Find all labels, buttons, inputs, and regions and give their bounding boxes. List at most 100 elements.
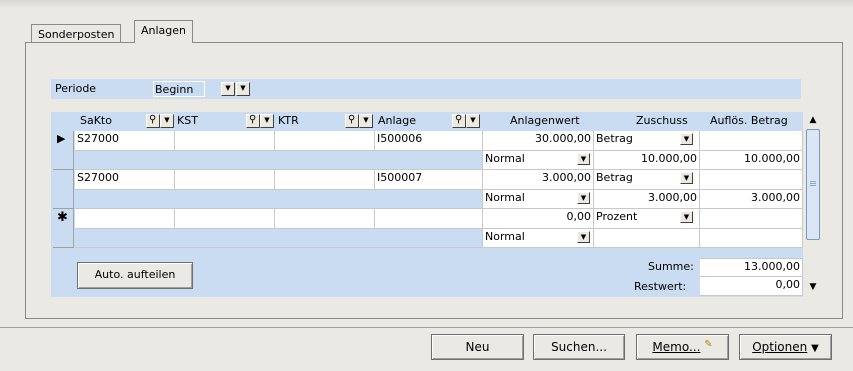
chevron-down-icon: ▼ <box>240 84 246 92</box>
cell-sakto[interactable] <box>75 209 175 229</box>
vertical-scrollbar[interactable]: ▲ ▼ <box>805 112 821 297</box>
zuschuss-art-value: Betrag <box>596 132 633 145</box>
zuschuss-art-dropdown-button[interactable]: ▼ <box>680 172 693 184</box>
zuschuss-art-value: Prozent <box>596 210 638 223</box>
cell-ktr[interactable] <box>275 131 375 151</box>
cell-ktr[interactable] <box>275 170 375 190</box>
tab-sonderposten-label: Sonderposten <box>38 28 115 41</box>
summe-value: 13.000,00 <box>700 258 803 277</box>
column-header-anlage[interactable]: Anlage <box>378 112 416 130</box>
periode-label: Periode <box>55 82 97 95</box>
chevron-down-icon: ▼ <box>683 174 690 182</box>
cell-kst[interactable] <box>175 209 275 229</box>
cell-aufloes-betrag-value[interactable]: 10.000,00 <box>700 151 803 170</box>
suchen-button[interactable]: Suchen... <box>533 334 625 360</box>
cell-aufloes-betrag-value[interactable]: 3.000,00 <box>700 190 803 209</box>
window-top-edge <box>0 0 853 8</box>
column-header-sakto[interactable]: SaKto <box>80 112 112 130</box>
scroll-up-button[interactable]: ▲ <box>805 112 821 128</box>
chevron-down-icon: ▼ <box>580 233 587 241</box>
cell-anlagenwert[interactable]: 3.000,00 <box>483 170 594 190</box>
cell-mode[interactable]: Normal ▼ <box>483 151 594 170</box>
column-header-aufloes-betrag[interactable]: Auflös. Betrag <box>710 112 788 130</box>
tab-sonderposten[interactable]: Sonderposten <box>31 24 122 42</box>
mode-dropdown-button[interactable]: ▼ <box>577 231 590 243</box>
zuschuss-art-dropdown-button[interactable]: ▼ <box>680 133 693 145</box>
optionen-button[interactable]: Optionen ▼ <box>739 334 832 360</box>
ktr-search-button[interactable]: ⚲ <box>345 114 359 128</box>
row-indicator-current[interactable]: ▶ <box>53 131 74 170</box>
kst-dropdown-button[interactable]: ▼ <box>260 114 274 128</box>
restwert-value: 0,00 <box>700 277 803 296</box>
chevron-down-icon: ▼ <box>470 116 476 124</box>
arrow-up-icon: ▲ <box>809 115 817 125</box>
mode-value: Normal <box>485 152 525 165</box>
cell-ktr[interactable] <box>275 209 375 229</box>
column-header-kst[interactable]: KST <box>177 112 198 130</box>
cell-mode[interactable]: Normal ▼ <box>483 229 594 248</box>
cell-anlage[interactable]: I500007 <box>375 170 483 190</box>
anlage-search-button[interactable]: ⚲ <box>452 114 466 128</box>
cell-aufloes-betrag-value[interactable] <box>700 229 803 248</box>
cell-sakto[interactable]: S27000 <box>75 170 175 190</box>
cell-zuschuss-art[interactable]: Betrag ▼ <box>594 170 700 190</box>
scroll-down-button[interactable]: ▼ <box>805 279 821 295</box>
column-header-zuschuss[interactable]: Zuschuss <box>636 112 688 130</box>
new-row-asterisk-icon: ✱ <box>57 210 68 225</box>
cell-kst[interactable] <box>175 170 275 190</box>
periode-value: Beginn <box>155 83 194 96</box>
cell-sakto[interactable]: S27000 <box>75 131 175 151</box>
cell-aufloes-betrag[interactable] <box>700 209 803 229</box>
chevron-down-icon: ▼ <box>363 116 369 124</box>
cell-zuschuss[interactable] <box>594 229 700 248</box>
row-detail-spacer <box>75 151 483 170</box>
tab-anlagen-label: Anlagen <box>141 24 187 37</box>
zuschuss-art-value: Betrag <box>596 171 633 184</box>
kst-search-button[interactable]: ⚲ <box>246 114 260 128</box>
restwert-label: Restwert: <box>634 280 687 293</box>
cell-mode[interactable]: Normal ▼ <box>483 190 594 209</box>
periode-dropdown-button-2[interactable]: ▼ <box>236 82 250 96</box>
memo-button[interactable]: Memo... ✎ <box>636 334 729 360</box>
cell-zuschuss-art[interactable]: Betrag ▼ <box>594 131 700 151</box>
row-indicator[interactable] <box>53 170 74 209</box>
column-header-anlagenwert[interactable]: Anlagenwert <box>510 112 580 130</box>
cell-aufloes-betrag[interactable] <box>700 170 803 190</box>
cell-kst[interactable] <box>175 131 275 151</box>
cell-zuschuss[interactable]: 3.000,00 <box>594 190 700 209</box>
search-icon: ⚲ <box>455 114 463 125</box>
chevron-down-icon: ▼ <box>264 116 270 124</box>
current-row-arrow-icon: ▶ <box>57 132 66 145</box>
cell-aufloes-betrag[interactable] <box>700 131 803 151</box>
ktr-dropdown-button[interactable]: ▼ <box>359 114 373 128</box>
zuschuss-art-dropdown-button[interactable]: ▼ <box>680 211 693 223</box>
scrollbar-thumb[interactable] <box>806 129 820 240</box>
neu-button[interactable]: Neu <box>431 334 524 360</box>
anlage-dropdown-button[interactable]: ▼ <box>466 114 480 128</box>
grip-line <box>810 181 816 182</box>
chevron-down-icon: ▼ <box>580 194 587 202</box>
periode-dropdown-button[interactable]: ▼ <box>221 82 235 96</box>
sakto-dropdown-button[interactable]: ▼ <box>160 114 174 128</box>
column-header-ktr[interactable]: KTR <box>278 112 299 130</box>
sakto-search-button[interactable]: ⚲ <box>146 114 160 128</box>
mode-dropdown-button[interactable]: ▼ <box>577 192 590 204</box>
cell-anlagenwert[interactable]: 30.000,00 <box>483 131 594 151</box>
row-indicator-new[interactable]: ✱ <box>53 209 74 248</box>
tab-anlagen[interactable]: Anlagen <box>134 20 194 43</box>
cell-anlage[interactable] <box>375 209 483 229</box>
auto-aufteilen-button[interactable]: Auto. aufteilen <box>77 262 193 289</box>
chevron-down-icon: ▼ <box>683 213 690 221</box>
mode-dropdown-button[interactable]: ▼ <box>577 153 590 165</box>
chevron-down-icon: ▼ <box>811 343 819 354</box>
row-detail-spacer <box>75 229 483 248</box>
chevron-down-icon: ▼ <box>683 135 690 143</box>
cell-zuschuss[interactable]: 10.000,00 <box>594 151 700 170</box>
chevron-down-icon: ▼ <box>225 84 231 92</box>
cell-anlagenwert[interactable]: 0,00 <box>483 209 594 229</box>
periode-select[interactable]: Beginn <box>153 81 205 97</box>
memo-button-label: Memo... <box>652 340 701 354</box>
chevron-down-icon: ▼ <box>580 155 587 163</box>
cell-zuschuss-art[interactable]: Prozent ▼ <box>594 209 700 229</box>
cell-anlage[interactable]: I500006 <box>375 131 483 151</box>
